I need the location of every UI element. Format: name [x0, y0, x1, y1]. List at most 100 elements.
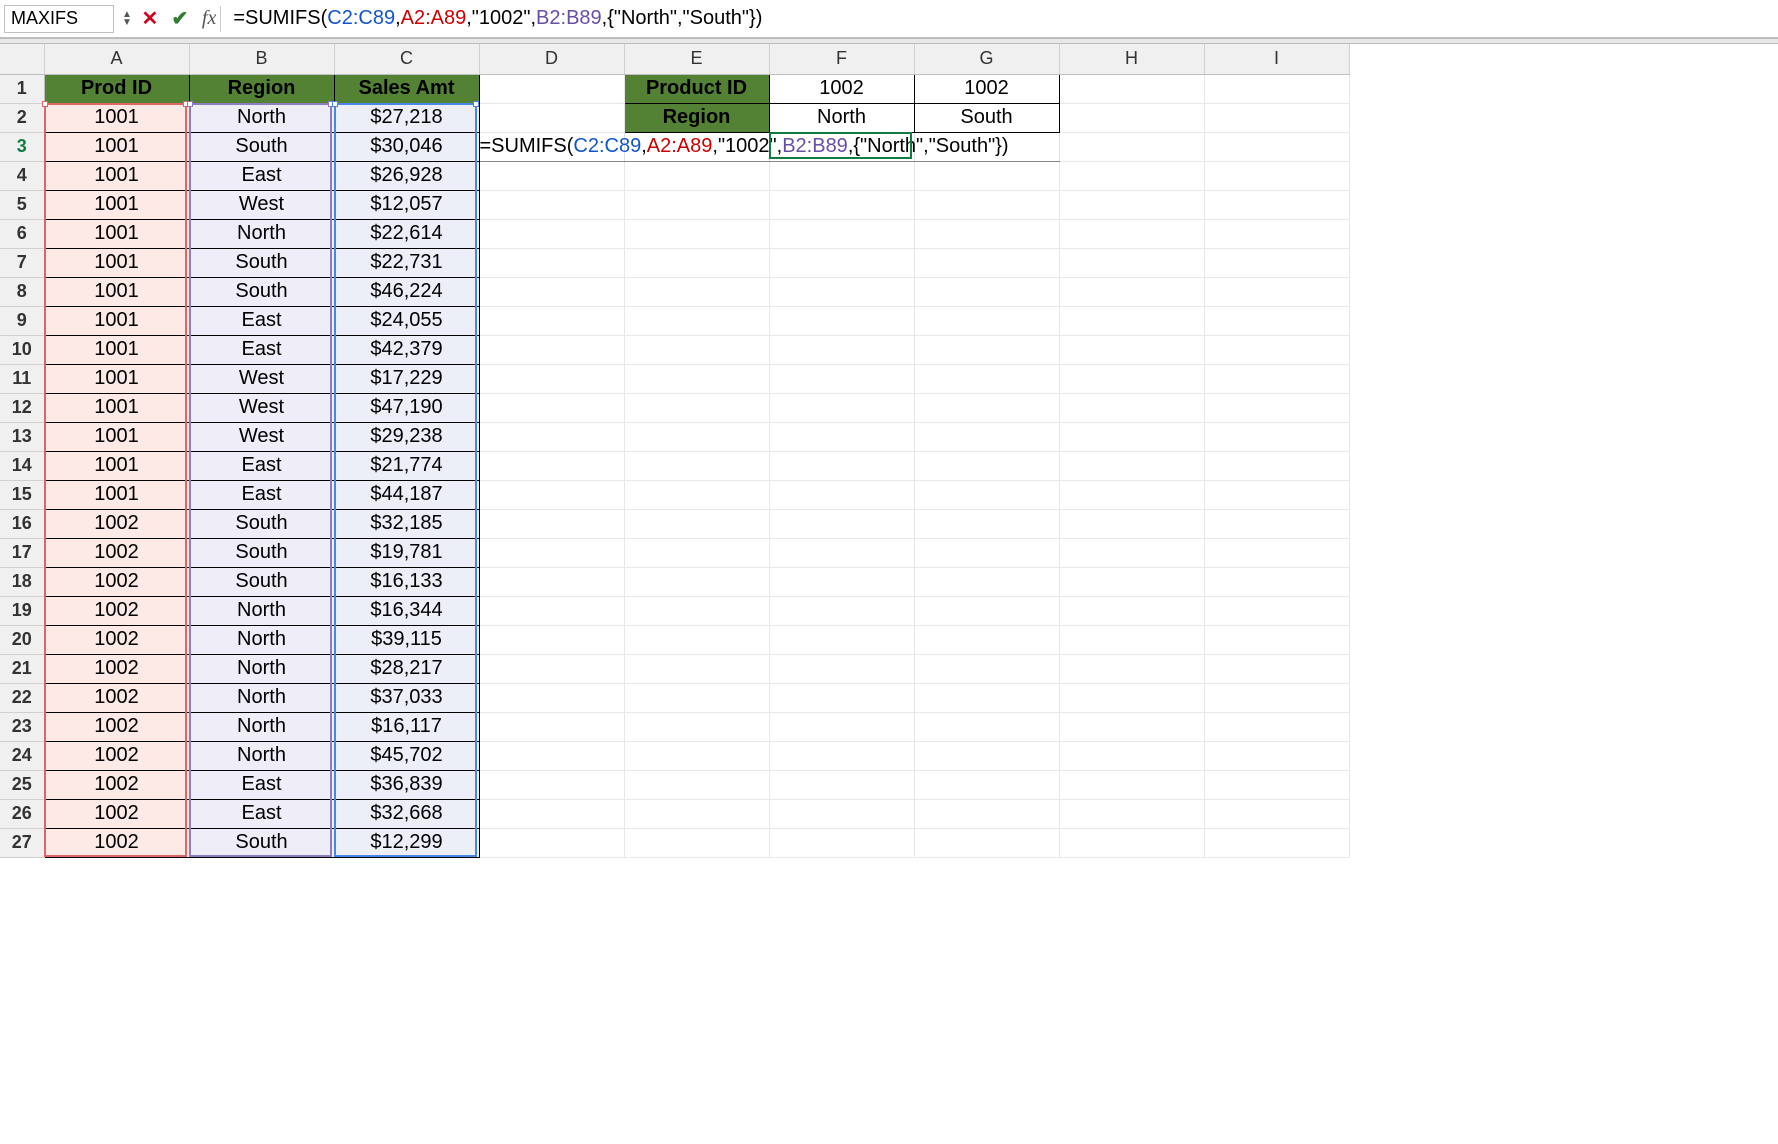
column-header-A[interactable]: A [44, 44, 189, 74]
cell-H25[interactable] [1059, 770, 1204, 799]
cell-F27[interactable] [769, 828, 914, 857]
cell-C26[interactable]: $32,668 [334, 799, 479, 828]
cell-G23[interactable] [914, 712, 1059, 741]
cell-H11[interactable] [1059, 364, 1204, 393]
cell-D10[interactable] [479, 335, 624, 364]
cell-D8[interactable] [479, 277, 624, 306]
cell-D5[interactable] [479, 190, 624, 219]
cell-C15[interactable]: $44,187 [334, 480, 479, 509]
cell-E21[interactable] [624, 654, 769, 683]
column-header-F[interactable]: F [769, 44, 914, 74]
cell-A15[interactable]: 1001 [44, 480, 189, 509]
cell-D15[interactable] [479, 480, 624, 509]
cell-F20[interactable] [769, 625, 914, 654]
row-header-7[interactable]: 7 [0, 248, 44, 277]
cell-H3[interactable] [1059, 132, 1204, 161]
cell-D27[interactable] [479, 828, 624, 857]
cell-G8[interactable] [914, 277, 1059, 306]
cell-C21[interactable]: $28,217 [334, 654, 479, 683]
cell-E26[interactable] [624, 799, 769, 828]
cell-B6[interactable]: North [189, 219, 334, 248]
cell-D26[interactable] [479, 799, 624, 828]
cell-G14[interactable] [914, 451, 1059, 480]
cell-A12[interactable]: 1001 [44, 393, 189, 422]
row-header-18[interactable]: 18 [0, 567, 44, 596]
cell-B19[interactable]: North [189, 596, 334, 625]
cell-F6[interactable] [769, 219, 914, 248]
cell-E23[interactable] [624, 712, 769, 741]
row-header-10[interactable]: 10 [0, 335, 44, 364]
column-header-C[interactable]: C [334, 44, 479, 74]
chevron-down-icon[interactable]: ▼ [122, 19, 132, 27]
cell-B12[interactable]: West [189, 393, 334, 422]
column-header-D[interactable]: D [479, 44, 624, 74]
cell-B24[interactable]: North [189, 741, 334, 770]
cell-E14[interactable] [624, 451, 769, 480]
cell-A6[interactable]: 1001 [44, 219, 189, 248]
cell-G3[interactable] [914, 132, 1059, 161]
cell-F18[interactable] [769, 567, 914, 596]
cell-G17[interactable] [914, 538, 1059, 567]
cell-C13[interactable]: $29,238 [334, 422, 479, 451]
cell-I2[interactable] [1204, 103, 1349, 132]
cell-I13[interactable] [1204, 422, 1349, 451]
cell-H5[interactable] [1059, 190, 1204, 219]
cell-B14[interactable]: East [189, 451, 334, 480]
cell-F5[interactable] [769, 190, 914, 219]
cell-D6[interactable] [479, 219, 624, 248]
cell-G12[interactable] [914, 393, 1059, 422]
cell-F3[interactable] [769, 132, 914, 161]
cell-H9[interactable] [1059, 306, 1204, 335]
cell-D22[interactable] [479, 683, 624, 712]
cell-E18[interactable] [624, 567, 769, 596]
cell-E25[interactable] [624, 770, 769, 799]
cell-I24[interactable] [1204, 741, 1349, 770]
cell-A19[interactable]: 1002 [44, 596, 189, 625]
cell-G25[interactable] [914, 770, 1059, 799]
cell-G16[interactable] [914, 509, 1059, 538]
cell-A7[interactable]: 1001 [44, 248, 189, 277]
cell-H23[interactable] [1059, 712, 1204, 741]
cell-B26[interactable]: East [189, 799, 334, 828]
cell-E24[interactable] [624, 741, 769, 770]
cell-C5[interactable]: $12,057 [334, 190, 479, 219]
cell-G18[interactable] [914, 567, 1059, 596]
row-header-3[interactable]: 3 [0, 132, 44, 161]
cell-F16[interactable] [769, 509, 914, 538]
column-header-E[interactable]: E [624, 44, 769, 74]
cell-B17[interactable]: South [189, 538, 334, 567]
cell-A8[interactable]: 1001 [44, 277, 189, 306]
cell-G5[interactable] [914, 190, 1059, 219]
cell-F17[interactable] [769, 538, 914, 567]
row-header-25[interactable]: 25 [0, 770, 44, 799]
cell-G6[interactable] [914, 219, 1059, 248]
cell-I22[interactable] [1204, 683, 1349, 712]
cell-H8[interactable] [1059, 277, 1204, 306]
cell-F22[interactable] [769, 683, 914, 712]
cell-B3[interactable]: South [189, 132, 334, 161]
cell-A27[interactable]: 1002 [44, 828, 189, 857]
cell-B8[interactable]: South [189, 277, 334, 306]
cell-I20[interactable] [1204, 625, 1349, 654]
cell-F8[interactable] [769, 277, 914, 306]
cell-D14[interactable] [479, 451, 624, 480]
cell-I16[interactable] [1204, 509, 1349, 538]
cell-H20[interactable] [1059, 625, 1204, 654]
cell-A3[interactable]: 1001 [44, 132, 189, 161]
row-header-12[interactable]: 12 [0, 393, 44, 422]
cell-A2[interactable]: 1001 [44, 103, 189, 132]
row-header-2[interactable]: 2 [0, 103, 44, 132]
cell-A26[interactable]: 1002 [44, 799, 189, 828]
cell-H18[interactable] [1059, 567, 1204, 596]
cell-I7[interactable] [1204, 248, 1349, 277]
cell-G26[interactable] [914, 799, 1059, 828]
cell-I27[interactable] [1204, 828, 1349, 857]
cell-H7[interactable] [1059, 248, 1204, 277]
cell-A23[interactable]: 1002 [44, 712, 189, 741]
cell-H6[interactable] [1059, 219, 1204, 248]
cell-G1[interactable]: 1002 [914, 74, 1059, 103]
cell-H21[interactable] [1059, 654, 1204, 683]
cell-A11[interactable]: 1001 [44, 364, 189, 393]
cell-H27[interactable] [1059, 828, 1204, 857]
cell-D2[interactable] [479, 103, 624, 132]
